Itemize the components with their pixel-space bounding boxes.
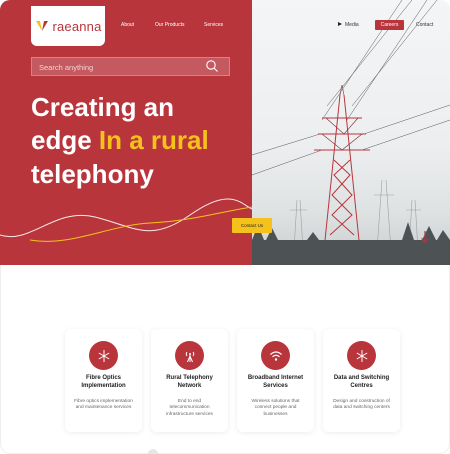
headline-highlight: In a rural (98, 125, 209, 155)
arrow-down-icon[interactable] (420, 230, 430, 244)
service-card-fibre-optics[interactable]: Fibre Optics Implementation Fibre optics… (65, 329, 142, 432)
service-description: Design and construction of data and swit… (333, 399, 390, 411)
snowflake-icon (89, 341, 118, 370)
service-title: Data and Switching Centres (333, 375, 390, 389)
headline-edge: edge (31, 125, 92, 155)
service-description: Wireless solutions that connect people a… (251, 399, 300, 417)
headline-line-3: telephony (31, 159, 154, 189)
service-title: Fibre Optics Implementation (81, 375, 126, 389)
wifi-icon (261, 341, 290, 370)
play-icon (338, 22, 342, 26)
wave-decoration (0, 198, 252, 242)
nav-about[interactable]: About (121, 22, 134, 28)
search-input[interactable] (39, 61, 199, 74)
contact-us-button[interactable]: Contact Us (232, 218, 272, 233)
nav-media[interactable]: Media (345, 22, 359, 28)
service-card-broadband[interactable]: Broadband Internet Services Wireless sol… (237, 329, 314, 432)
nav-services[interactable]: Services (204, 22, 223, 28)
search-bar (31, 57, 230, 76)
service-description: End to end telecommunication infrastruct… (166, 399, 213, 417)
search-icon[interactable] (205, 59, 219, 73)
service-title: Broadband Internet Services (247, 375, 304, 389)
service-card-data-centres[interactable]: Data and Switching Centres Design and co… (323, 329, 400, 432)
service-title: Rural Telephony Network (166, 375, 213, 389)
hero-section: raeanna About Our Products Services Medi… (0, 0, 450, 265)
service-card-rural-telephony[interactable]: Rural Telephony Network End to end telec… (151, 329, 228, 432)
careers-button[interactable]: Careers (375, 20, 404, 30)
logo-text: raeanna (52, 18, 102, 34)
logo-mark-icon (36, 21, 49, 31)
logo[interactable]: raeanna (31, 6, 105, 46)
nav-contact[interactable]: Contact (416, 22, 433, 28)
page-frame: raeanna About Our Products Services Medi… (0, 0, 450, 454)
snowflake-icon (347, 341, 376, 370)
nav-our-products[interactable]: Our Products (155, 22, 184, 28)
headline-line-1: Creating an (31, 92, 175, 122)
headline-line-2: edge In a rural (31, 127, 209, 153)
scroll-indicator (148, 449, 158, 454)
antenna-icon (175, 341, 204, 370)
service-description: Fibre optics implementation and maintena… (74, 399, 133, 411)
power-tower-photo (252, 0, 450, 265)
services-section: Fibre Optics Implementation Fibre optics… (0, 329, 450, 439)
